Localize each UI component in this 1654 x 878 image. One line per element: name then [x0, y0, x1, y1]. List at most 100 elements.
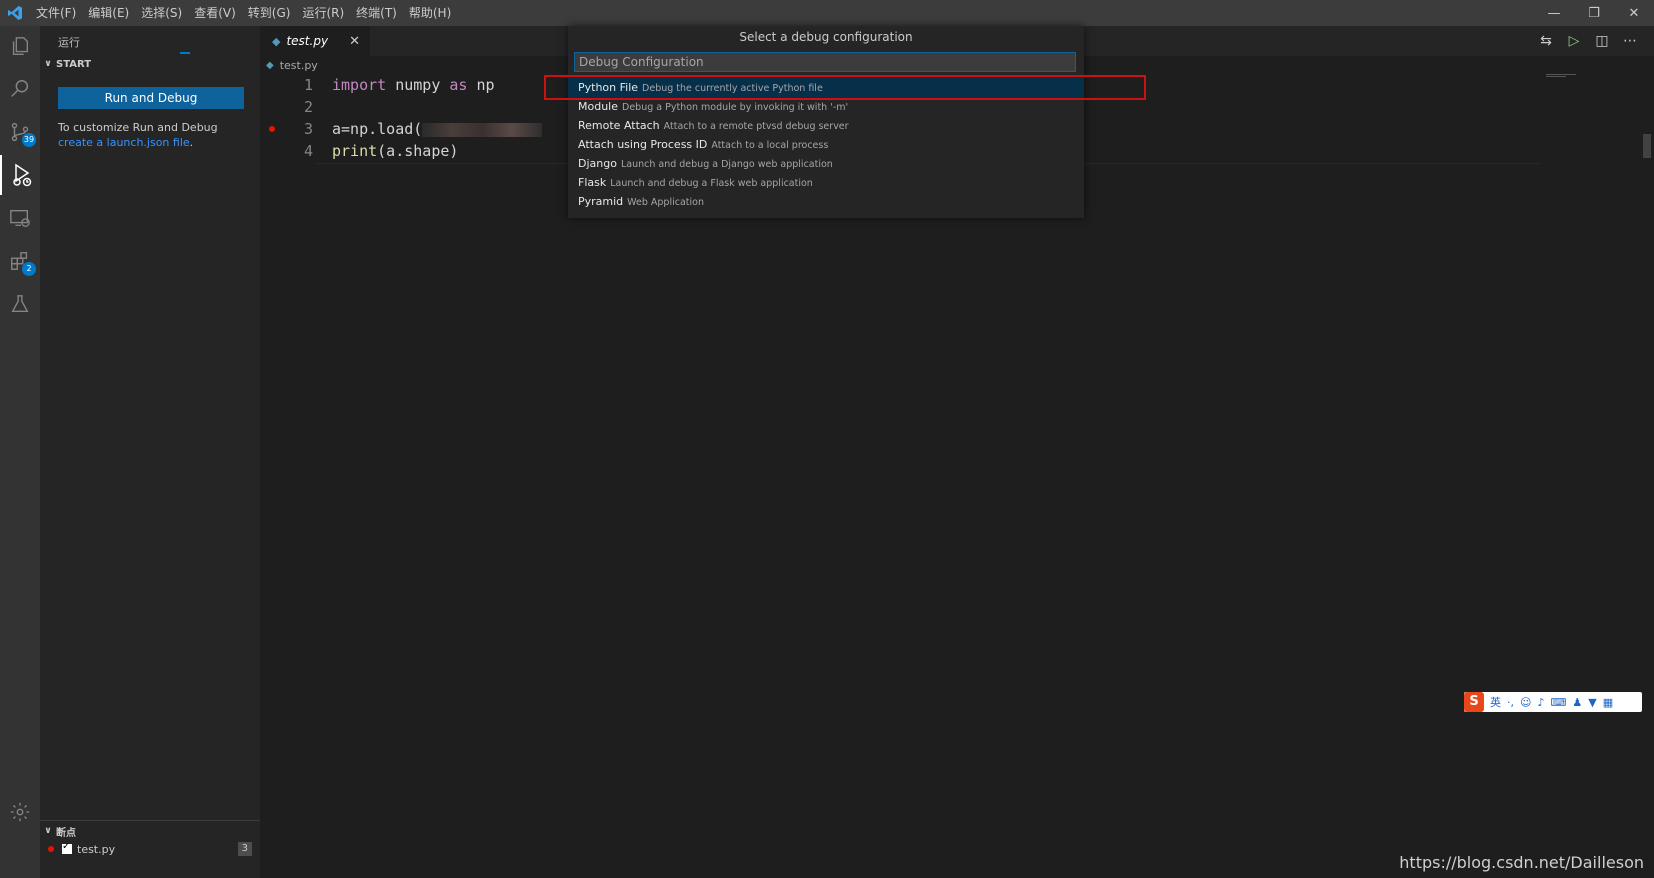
explorer-icon[interactable] [0, 26, 40, 66]
code-text: import numpy as np [332, 74, 495, 96]
breadcrumb[interactable]: ◆ test.py [266, 57, 318, 73]
compare-changes-icon[interactable]: ⇆ [1532, 26, 1560, 56]
quick-pick-title: Select a debug configuration [739, 30, 913, 44]
close-window-button[interactable]: ✕ [1614, 0, 1654, 26]
tab-label: test.py [286, 34, 329, 48]
breakpoint-checkbox[interactable] [62, 841, 72, 854]
breakpoint-file-name: test.py [77, 842, 116, 856]
punctuation-icon[interactable]: ·, [1507, 696, 1514, 709]
code-token: a=np.load( [332, 120, 423, 138]
quick-pick-item-label: Module [578, 100, 618, 113]
code-token: import [332, 76, 387, 94]
run-debug-icon[interactable] [0, 155, 42, 195]
watermark: https://blog.csdn.net/Dailleson [1399, 853, 1644, 872]
settings-gear-icon[interactable] [0, 792, 40, 832]
quick-pick-item-description: Debug a Python module by invoking it wit… [622, 102, 849, 113]
annotation-highlight-box [544, 75, 1146, 100]
more-actions-icon[interactable]: ⋯ [1616, 26, 1644, 56]
testing-icon[interactable] [0, 284, 40, 324]
user-icon[interactable]: ♟ [1572, 696, 1582, 709]
menu-item[interactable]: 转到(G) [242, 0, 297, 26]
menu-item[interactable]: 编辑(E) [82, 0, 135, 26]
restore-button[interactable]: ❐ [1574, 0, 1614, 26]
quick-pick-item-label: Pyramid [578, 195, 624, 208]
breakpoint-dot-icon [48, 846, 54, 852]
run-file-icon[interactable]: ▷ [1560, 26, 1588, 56]
minimize-button[interactable]: — [1534, 0, 1574, 26]
python-file-icon: ◆ [266, 59, 274, 71]
start-section-header[interactable]: ∨ START [40, 54, 260, 74]
ime-mode-label[interactable]: 英 [1490, 694, 1501, 710]
menu-item[interactable]: 运行(R) [296, 0, 350, 26]
editor-actions: ⇆ ▷ ◫ ⋯ [1532, 26, 1644, 56]
python-file-icon: ◆ [272, 34, 281, 48]
code-text: a=np.load( [332, 118, 543, 140]
window-controls: — ❐ ✕ [1534, 0, 1654, 26]
emoji-icon[interactable]: ☺ [1520, 696, 1531, 709]
breakpoints-section-label: 断点 [56, 827, 76, 839]
toolbox-icon[interactable]: ▦ [1603, 696, 1613, 709]
breadcrumb-file: test.py [279, 58, 318, 72]
ime-toolbar[interactable]: S 英 ·, ☺ ♪ ⌨ ♟ ▼ ▦ [1464, 692, 1642, 712]
menu-item[interactable]: 文件(F) [30, 0, 82, 26]
split-editor-icon[interactable]: ◫ [1588, 26, 1616, 56]
minimap[interactable] [1546, 74, 1576, 78]
menu-bar: 文件(F) 编辑(E) 选择(S) 查看(V) 转到(G) 运行(R) 终端(T) 帮助(H) [30, 0, 457, 26]
line-number: 3 [303, 120, 313, 138]
scrollbar-thumb[interactable] [1643, 134, 1651, 158]
line-number: 2 [303, 98, 313, 116]
sidebar-title: 运行 [58, 36, 80, 49]
source-control-badge: 39 [22, 133, 36, 147]
customize-label: To customize Run and Debug [58, 121, 218, 134]
customize-text: To customize Run and Debug create a laun… [58, 120, 248, 150]
line-number: 4 [303, 142, 313, 160]
menu-item[interactable]: 帮助(H) [403, 0, 457, 26]
customize-suffix: . [189, 136, 194, 149]
code-token: numpy [386, 76, 450, 94]
title-bar: 文件(F) 编辑(E) 选择(S) 查看(V) 转到(G) 运行(R) 终端(T) 帮助(H)… [0, 0, 1654, 26]
activity-bar: 39 2 [0, 26, 40, 878]
chevron-down-icon: ∨ [44, 826, 52, 836]
quick-pick-item-description: Web Application [627, 197, 704, 208]
menu-item[interactable]: 终端(T) [350, 0, 403, 26]
quick-pick-item[interactable]: Django Launch and debug a Django web appl… [568, 154, 1084, 173]
create-launch-json-link[interactable]: create a launch.json file [58, 136, 190, 149]
remote-explorer-icon[interactable] [0, 198, 40, 238]
code-token: as [449, 76, 468, 94]
quick-pick-item-description: Launch and debug a Flask web application [610, 178, 813, 189]
vscode-logo-icon [0, 0, 30, 26]
menu-item[interactable]: 查看(V) [188, 0, 242, 26]
keyboard-icon[interactable]: ⌨ [1551, 696, 1567, 709]
chevron-down-icon: ∨ [44, 59, 52, 69]
tab-test-py[interactable]: ◆ test.py ✕ [260, 26, 370, 56]
breakpoint-item[interactable]: test.py 3 [40, 840, 260, 858]
close-icon[interactable]: ✕ [349, 34, 360, 49]
quick-pick-item[interactable]: Remote Attach Attach to a remote ptvsd de… [568, 116, 1084, 135]
code-text: print(a.shape) [332, 140, 458, 162]
breakpoint-line-badge: 3 [237, 842, 252, 856]
run-and-debug-button[interactable]: Run and Debug [58, 87, 244, 109]
quick-pick-item-description: Attach to a local process [711, 140, 829, 151]
skin-icon[interactable]: ▼ [1588, 696, 1596, 709]
quick-pick-item[interactable]: Attach using Process ID Attach to a local… [568, 135, 1084, 154]
menu-item[interactable]: 选择(S) [135, 0, 188, 26]
quick-pick-item[interactable]: Flask Launch and debug a Flask web applic… [568, 173, 1084, 192]
quick-pick-item-description: Launch and debug a Django web applicatio… [620, 159, 833, 170]
vertical-scrollbar[interactable] [1640, 74, 1654, 874]
start-section-label: START [56, 58, 92, 70]
line-number: 1 [303, 76, 313, 94]
source-control-icon[interactable]: 39 [0, 112, 40, 152]
quick-pick-item-label: Flask [578, 176, 607, 189]
debug-configuration-input[interactable] [574, 52, 1076, 72]
code-token: (a.shape) [377, 142, 459, 160]
quick-pick-item-label: Remote Attach [578, 119, 660, 132]
extensions-icon[interactable]: 2 [0, 241, 40, 281]
code-token: np [467, 76, 495, 94]
quick-pick-item-description: Attach to a remote ptvsd debug server [663, 121, 849, 132]
quick-pick-item[interactable]: Pyramid Web Application [568, 192, 1084, 211]
search-icon[interactable] [0, 69, 40, 109]
run-sidebar: 运行 ∨ START Run and Debug To customize Ru… [40, 26, 260, 878]
microphone-icon[interactable]: ♪ [1537, 696, 1544, 709]
sogou-logo-icon: S [1464, 692, 1484, 712]
breakpoints-section-header[interactable]: ∨ 断点 [40, 820, 260, 841]
